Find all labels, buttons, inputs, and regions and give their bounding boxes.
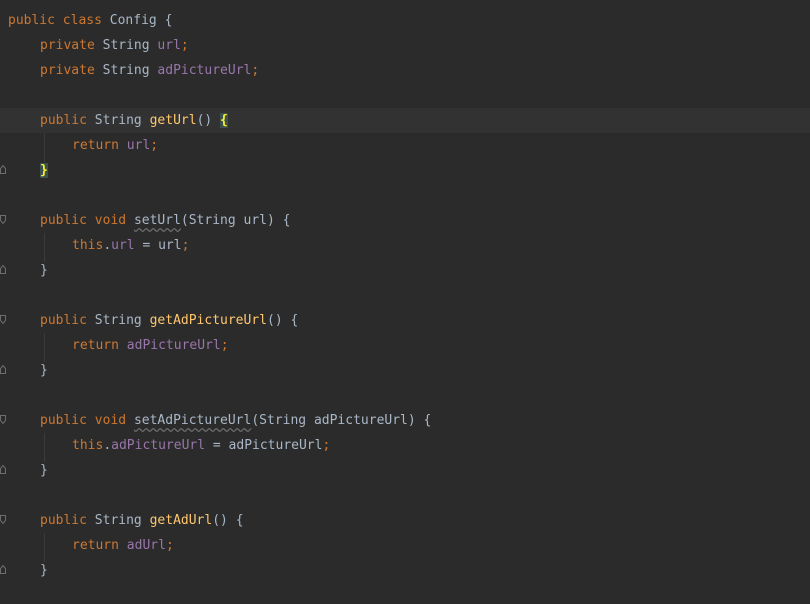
semicolon: ; [220, 338, 229, 353]
keyword: class [62, 13, 102, 28]
code-line[interactable]: } [0, 558, 810, 583]
keyword: public [40, 213, 87, 228]
parens: () [196, 113, 213, 128]
field-name: url [157, 38, 181, 53]
keyword: public [40, 413, 87, 428]
method-name: getUrl [149, 113, 197, 128]
semicolon: ; [150, 138, 159, 153]
keyword: return [72, 538, 119, 553]
keyword: private [40, 38, 95, 53]
code-line[interactable]: } [0, 258, 810, 283]
method-name: getAdPictureUrl [149, 313, 267, 328]
code-editor[interactable]: public class Config { private String url… [0, 0, 810, 604]
code-line[interactable]: public void setUrl(String url) { [0, 208, 810, 233]
keyword: private [40, 63, 95, 78]
type-name: String [102, 38, 150, 53]
code-line[interactable]: return adPictureUrl; [0, 333, 810, 358]
field-name: adPictureUrl [111, 438, 206, 453]
field-name: adPictureUrl [157, 63, 252, 78]
brace: } [40, 563, 48, 578]
brace: { [235, 513, 244, 528]
code-line[interactable]: this.adPictureUrl = adPictureUrl; [0, 433, 810, 458]
assignment: = url [134, 238, 182, 253]
semicolon: ; [180, 38, 189, 53]
brace: { [290, 313, 299, 328]
code-line[interactable]: return adUrl; [0, 533, 810, 558]
class-name: Config [109, 13, 157, 28]
field-name: url [111, 238, 135, 253]
code-line[interactable]: } [0, 358, 810, 383]
dot: . [103, 438, 112, 453]
type-name: String [94, 513, 142, 528]
keyword: void [94, 213, 127, 228]
brace: } [40, 463, 48, 478]
keyword: void [94, 413, 127, 428]
keyword: public [40, 313, 87, 328]
type-name: String [94, 313, 142, 328]
brace: { [282, 213, 291, 228]
field-name: adPictureUrl [126, 338, 221, 353]
keyword: public [40, 113, 87, 128]
code-line[interactable]: public void setAdPictureUrl(String adPic… [0, 408, 810, 433]
code-line[interactable]: private String url; [0, 33, 810, 58]
brace: } [40, 263, 48, 278]
method-name: setAdPictureUrl [133, 413, 252, 428]
code-line[interactable]: public String getAdPictureUrl() { [0, 308, 810, 333]
keyword: public [8, 13, 55, 28]
method-name: getAdUrl [149, 513, 213, 528]
semicolon: ; [165, 538, 174, 553]
type-name: String [94, 113, 142, 128]
keyword: return [72, 338, 119, 353]
parens: () [212, 513, 228, 528]
code-line[interactable]: } [0, 458, 810, 483]
brace: { [164, 13, 173, 28]
code-line[interactable]: public String getAdUrl() { [0, 508, 810, 533]
semicolon: ; [251, 63, 260, 78]
semicolon: ; [181, 238, 190, 253]
method-name: setUrl [133, 213, 181, 228]
type-name: String [102, 63, 150, 78]
code-line[interactable]: this.url = url; [0, 233, 810, 258]
field-name: url [126, 138, 151, 153]
parameters: (String url) [180, 213, 275, 228]
keyword: public [40, 513, 87, 528]
matched-brace: } [40, 163, 48, 178]
keyword: this [72, 238, 104, 253]
parens: () [267, 313, 283, 328]
brace: } [40, 363, 48, 378]
current-code-line[interactable]: public String getUrl() { [0, 108, 810, 133]
code-line[interactable]: return url; [0, 133, 810, 158]
code-line[interactable]: private String adPictureUrl; [0, 58, 810, 83]
assignment: = adPictureUrl [205, 438, 323, 453]
semicolon: ; [322, 438, 331, 453]
keyword: return [72, 138, 119, 153]
brace: { [423, 413, 432, 428]
matched-brace: { [220, 113, 228, 128]
dot: . [103, 238, 112, 253]
code-line[interactable]: public class Config { [0, 8, 810, 33]
parameters: (String adPictureUrl) [251, 413, 416, 428]
keyword: this [72, 438, 104, 453]
field-name: adUrl [126, 538, 166, 553]
code-line[interactable]: } [0, 158, 810, 183]
